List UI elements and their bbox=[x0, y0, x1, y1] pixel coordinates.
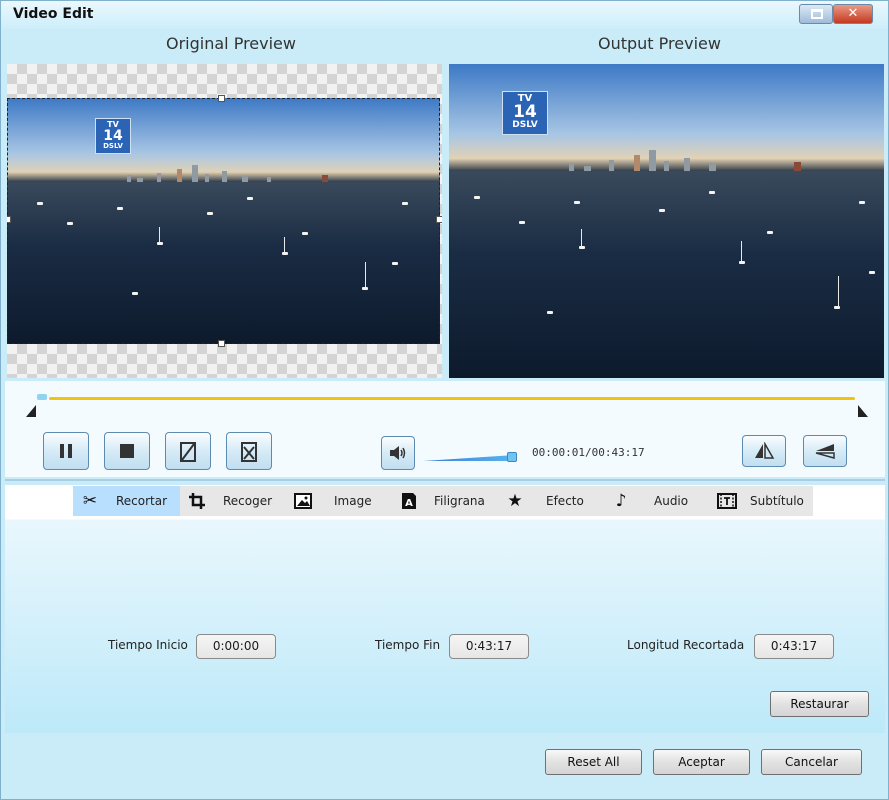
title-bar: Video Edit ✕ bbox=[1, 1, 888, 29]
stop-button[interactable] bbox=[104, 432, 150, 470]
tab-subtitulo[interactable]: Subtítulo bbox=[710, 486, 813, 516]
image-icon bbox=[292, 486, 314, 516]
pause-button[interactable] bbox=[43, 432, 89, 470]
crop-handle-left[interactable] bbox=[7, 216, 11, 223]
flip-vertical-button[interactable] bbox=[803, 435, 847, 467]
trim-length-field[interactable]: 0:43:17 bbox=[754, 634, 834, 659]
volume-thumb[interactable] bbox=[507, 452, 517, 462]
flip-vertical-icon bbox=[815, 444, 835, 459]
timecode-display: 00:00:01/00:43:17 bbox=[532, 446, 645, 459]
tab-audio[interactable]: ♪ Audio bbox=[604, 486, 710, 516]
tab-filigrana[interactable]: A Filigrana bbox=[392, 486, 498, 516]
start-time-label: Tiempo Inicio bbox=[108, 638, 188, 652]
star-icon: ★ bbox=[507, 491, 523, 511]
flip-horizontal-button[interactable] bbox=[742, 435, 786, 467]
volume-icon bbox=[390, 446, 406, 460]
restore-button[interactable]: Restaurar bbox=[770, 691, 869, 717]
snapshot-button[interactable] bbox=[165, 432, 211, 470]
crop-handle-right[interactable] bbox=[436, 216, 442, 223]
timeline-thumb[interactable] bbox=[37, 394, 47, 400]
window-title: Video Edit bbox=[13, 6, 94, 22]
end-time-label: Tiempo Fin bbox=[375, 638, 441, 652]
channel-logo-icon-output: TV 14 DSLV bbox=[502, 91, 548, 135]
start-time-field[interactable]: 0:00:00 bbox=[196, 634, 276, 659]
svg-text:A: A bbox=[405, 498, 413, 509]
flip-horizontal-icon bbox=[755, 441, 775, 459]
crop-icon bbox=[186, 486, 208, 516]
snapshot-folder-icon bbox=[241, 442, 257, 462]
timeline-slider[interactable] bbox=[49, 397, 855, 400]
music-note-icon: ♪ bbox=[615, 491, 627, 511]
pause-icon bbox=[60, 444, 72, 458]
output-preview-pane: TV 14 DSLV bbox=[449, 64, 884, 378]
crop-handle-bottom[interactable] bbox=[218, 340, 225, 347]
accept-button[interactable]: Aceptar bbox=[653, 749, 750, 775]
scissors-icon: ✂ bbox=[82, 491, 98, 511]
edit-panel bbox=[5, 485, 885, 733]
cancel-button[interactable]: Cancelar bbox=[761, 749, 862, 775]
crop-handle-top[interactable] bbox=[218, 95, 225, 102]
end-time-field[interactable]: 0:43:17 bbox=[449, 634, 529, 659]
tab-recortar[interactable]: ✂ Recortar bbox=[73, 486, 180, 516]
section-divider bbox=[5, 479, 885, 481]
original-preview-label: Original Preview bbox=[166, 34, 296, 53]
maximize-icon bbox=[811, 9, 823, 19]
maximize-button[interactable] bbox=[799, 4, 833, 24]
subtitle-icon bbox=[716, 486, 738, 516]
watermark-icon: A bbox=[398, 486, 420, 516]
output-preview-label: Output Preview bbox=[598, 34, 721, 53]
close-icon: ✕ bbox=[847, 6, 859, 21]
tab-recoger[interactable]: Recoger bbox=[180, 486, 286, 516]
video-edit-window: Video Edit ✕ Original Preview Output Pre… bbox=[0, 0, 889, 800]
edit-tabs: ✂ Recortar Recoger Image A Filigrana ★ E… bbox=[73, 486, 813, 516]
snapshot-folder-button[interactable] bbox=[226, 432, 272, 470]
crop-selection-box[interactable] bbox=[7, 95, 442, 347]
output-video-frame: TV 14 DSLV bbox=[449, 64, 884, 378]
trim-length-label: Longitud Recortada bbox=[627, 638, 745, 652]
snapshot-icon bbox=[180, 442, 196, 462]
end-marker-icon[interactable] bbox=[858, 405, 868, 417]
close-button[interactable]: ✕ bbox=[833, 4, 873, 24]
reset-all-button[interactable]: Reset All bbox=[545, 749, 642, 775]
original-preview-pane: TV 14 DSLV bbox=[7, 64, 442, 378]
volume-button[interactable] bbox=[381, 436, 415, 470]
tab-image[interactable]: Image bbox=[286, 486, 392, 516]
start-marker-icon[interactable] bbox=[26, 405, 36, 417]
stop-icon bbox=[120, 444, 134, 458]
tab-efecto[interactable]: ★ Efecto bbox=[498, 486, 604, 516]
